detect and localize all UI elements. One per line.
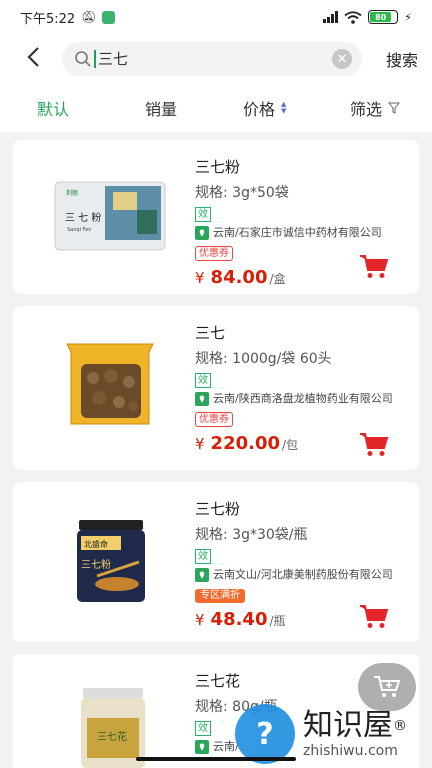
coupon-badge: 优惠券 <box>195 412 233 427</box>
jar-label: 三七花 <box>97 730 127 743</box>
help-icon: ? <box>235 704 295 764</box>
battery-level: 80 <box>370 12 392 22</box>
coupon-badge: 优惠券 <box>195 246 233 261</box>
location-icon <box>195 392 209 406</box>
product-name: 三七 <box>195 324 226 342</box>
product-spec: 规格: 3g*30袋/瓶 <box>195 527 308 543</box>
tag-badge: 效 <box>195 721 211 736</box>
product-origin: 云南/石家庄市诚信中药材有限公司 <box>195 225 407 241</box>
product-image: 荆额 三 七 粉 Sanqi Fen <box>53 172 169 262</box>
box-title: 三 七 粉 <box>65 211 101 224</box>
wifi-icon <box>344 10 362 24</box>
add-to-cart-icon[interactable] <box>359 254 389 280</box>
location-icon <box>195 226 209 240</box>
battery-icon: 80 <box>368 10 399 24</box>
search-query[interactable]: 三七 <box>94 50 128 68</box>
product-image: 北盛命 三七粉 <box>53 514 169 604</box>
currency-symbol: ¥ <box>195 269 205 287</box>
sort-default-tab[interactable]: 默认 <box>37 96 69 120</box>
currency-symbol: ¥ <box>195 435 205 453</box>
product-card[interactable]: 北盛命 三七粉 三七粉 规格: 3g*30袋/瓶 效 云南文山/河北康美制药股份… <box>13 482 419 642</box>
origin-text: 云南/石家庄市诚信中药材有限公司 <box>213 226 382 239</box>
promo-badge: 专区满折 <box>195 589 245 603</box>
filter-icon <box>388 102 401 114</box>
search-button[interactable]: 搜索 <box>386 47 418 71</box>
tag-badge: 效 <box>195 549 211 564</box>
watermark-title: 知识屋 <box>303 708 393 743</box>
sort-arrows-icon: ▲ ▼ <box>281 100 287 115</box>
sort-price-tab[interactable]: 价格 ▲ ▼ <box>243 96 286 120</box>
tag-badge: 效 <box>195 207 211 222</box>
sort-bar: 默认 销量 价格 ▲ ▼ 筛选 <box>0 84 432 132</box>
product-image <box>53 340 169 430</box>
svg-text:北盛命: 北盛命 <box>84 539 108 549</box>
price-unit: /包 <box>282 438 299 452</box>
jar-label: 三七粉 <box>81 558 111 571</box>
location-icon <box>195 740 209 754</box>
home-indicator[interactable] <box>136 757 296 761</box>
charging-icon: ⚡ <box>404 10 412 24</box>
search-input[interactable]: 三七 ✕ <box>62 42 362 76</box>
product-card[interactable]: 荆额 三 七 粉 Sanqi Fen 三七粉 规格: 3g*50袋 效 云南/石… <box>13 140 419 294</box>
mute-icon: 🔕︎ <box>81 10 97 24</box>
product-origin: 云南文山/河北康美制药股份有限公司 <box>195 567 407 583</box>
chevron-left-icon[interactable] <box>26 46 50 73</box>
cart-icon <box>374 676 401 697</box>
price-unit: /瓶 <box>269 614 286 628</box>
clear-icon[interactable]: ✕ <box>332 49 352 69</box>
product-price: 48.40 <box>210 609 268 630</box>
sort-price-label: 价格 <box>243 100 276 119</box>
status-bar: 下午5:22 🔕︎ 80 ⚡ <box>0 0 432 34</box>
app-notification-icon <box>102 10 116 24</box>
sort-sales-tab[interactable]: 销量 <box>145 96 177 120</box>
search-icon <box>74 50 92 68</box>
add-to-cart-icon[interactable] <box>359 604 389 630</box>
product-price: 220.00 <box>210 433 281 454</box>
box-subtitle: Sanqi Fen <box>67 227 91 233</box>
product-spec: 规格: 3g*50袋 <box>195 185 289 201</box>
product-price: 84.00 <box>210 267 268 288</box>
product-name: 三七粉 <box>195 500 241 518</box>
svg-text:荆额: 荆额 <box>66 189 78 197</box>
currency-symbol: ¥ <box>195 611 205 629</box>
product-name: 三七粉 <box>195 158 241 176</box>
product-origin: 云南/陕西商洛盘龙植物药业有限公司 <box>195 391 407 407</box>
filter-tab[interactable]: 筛选 <box>350 96 401 120</box>
product-image: 三七花 <box>53 688 169 768</box>
location-icon <box>195 568 209 582</box>
price-unit: /盒 <box>269 272 286 286</box>
signal-icon <box>323 11 339 23</box>
product-spec: 规格: 1000g/袋 60头 <box>195 351 332 367</box>
tag-badge: 效 <box>195 373 211 388</box>
product-card[interactable]: 三七 规格: 1000g/袋 60头 效 云南/陕西商洛盘龙植物药业有限公司 优… <box>13 306 419 470</box>
origin-text: 云南文山/河北康美制药股份有限公司 <box>213 568 393 581</box>
add-to-cart-icon[interactable] <box>359 432 389 458</box>
search-header: 三七 ✕ 搜索 <box>0 34 432 84</box>
registered-icon: ® <box>393 718 407 734</box>
filter-label: 筛选 <box>350 100 383 119</box>
status-time: 下午5:22 <box>20 11 76 27</box>
watermark-url: zhishiwu.com <box>303 743 398 759</box>
origin-text: 云南/陕西商洛盘龙植物药业有限公司 <box>213 392 393 405</box>
